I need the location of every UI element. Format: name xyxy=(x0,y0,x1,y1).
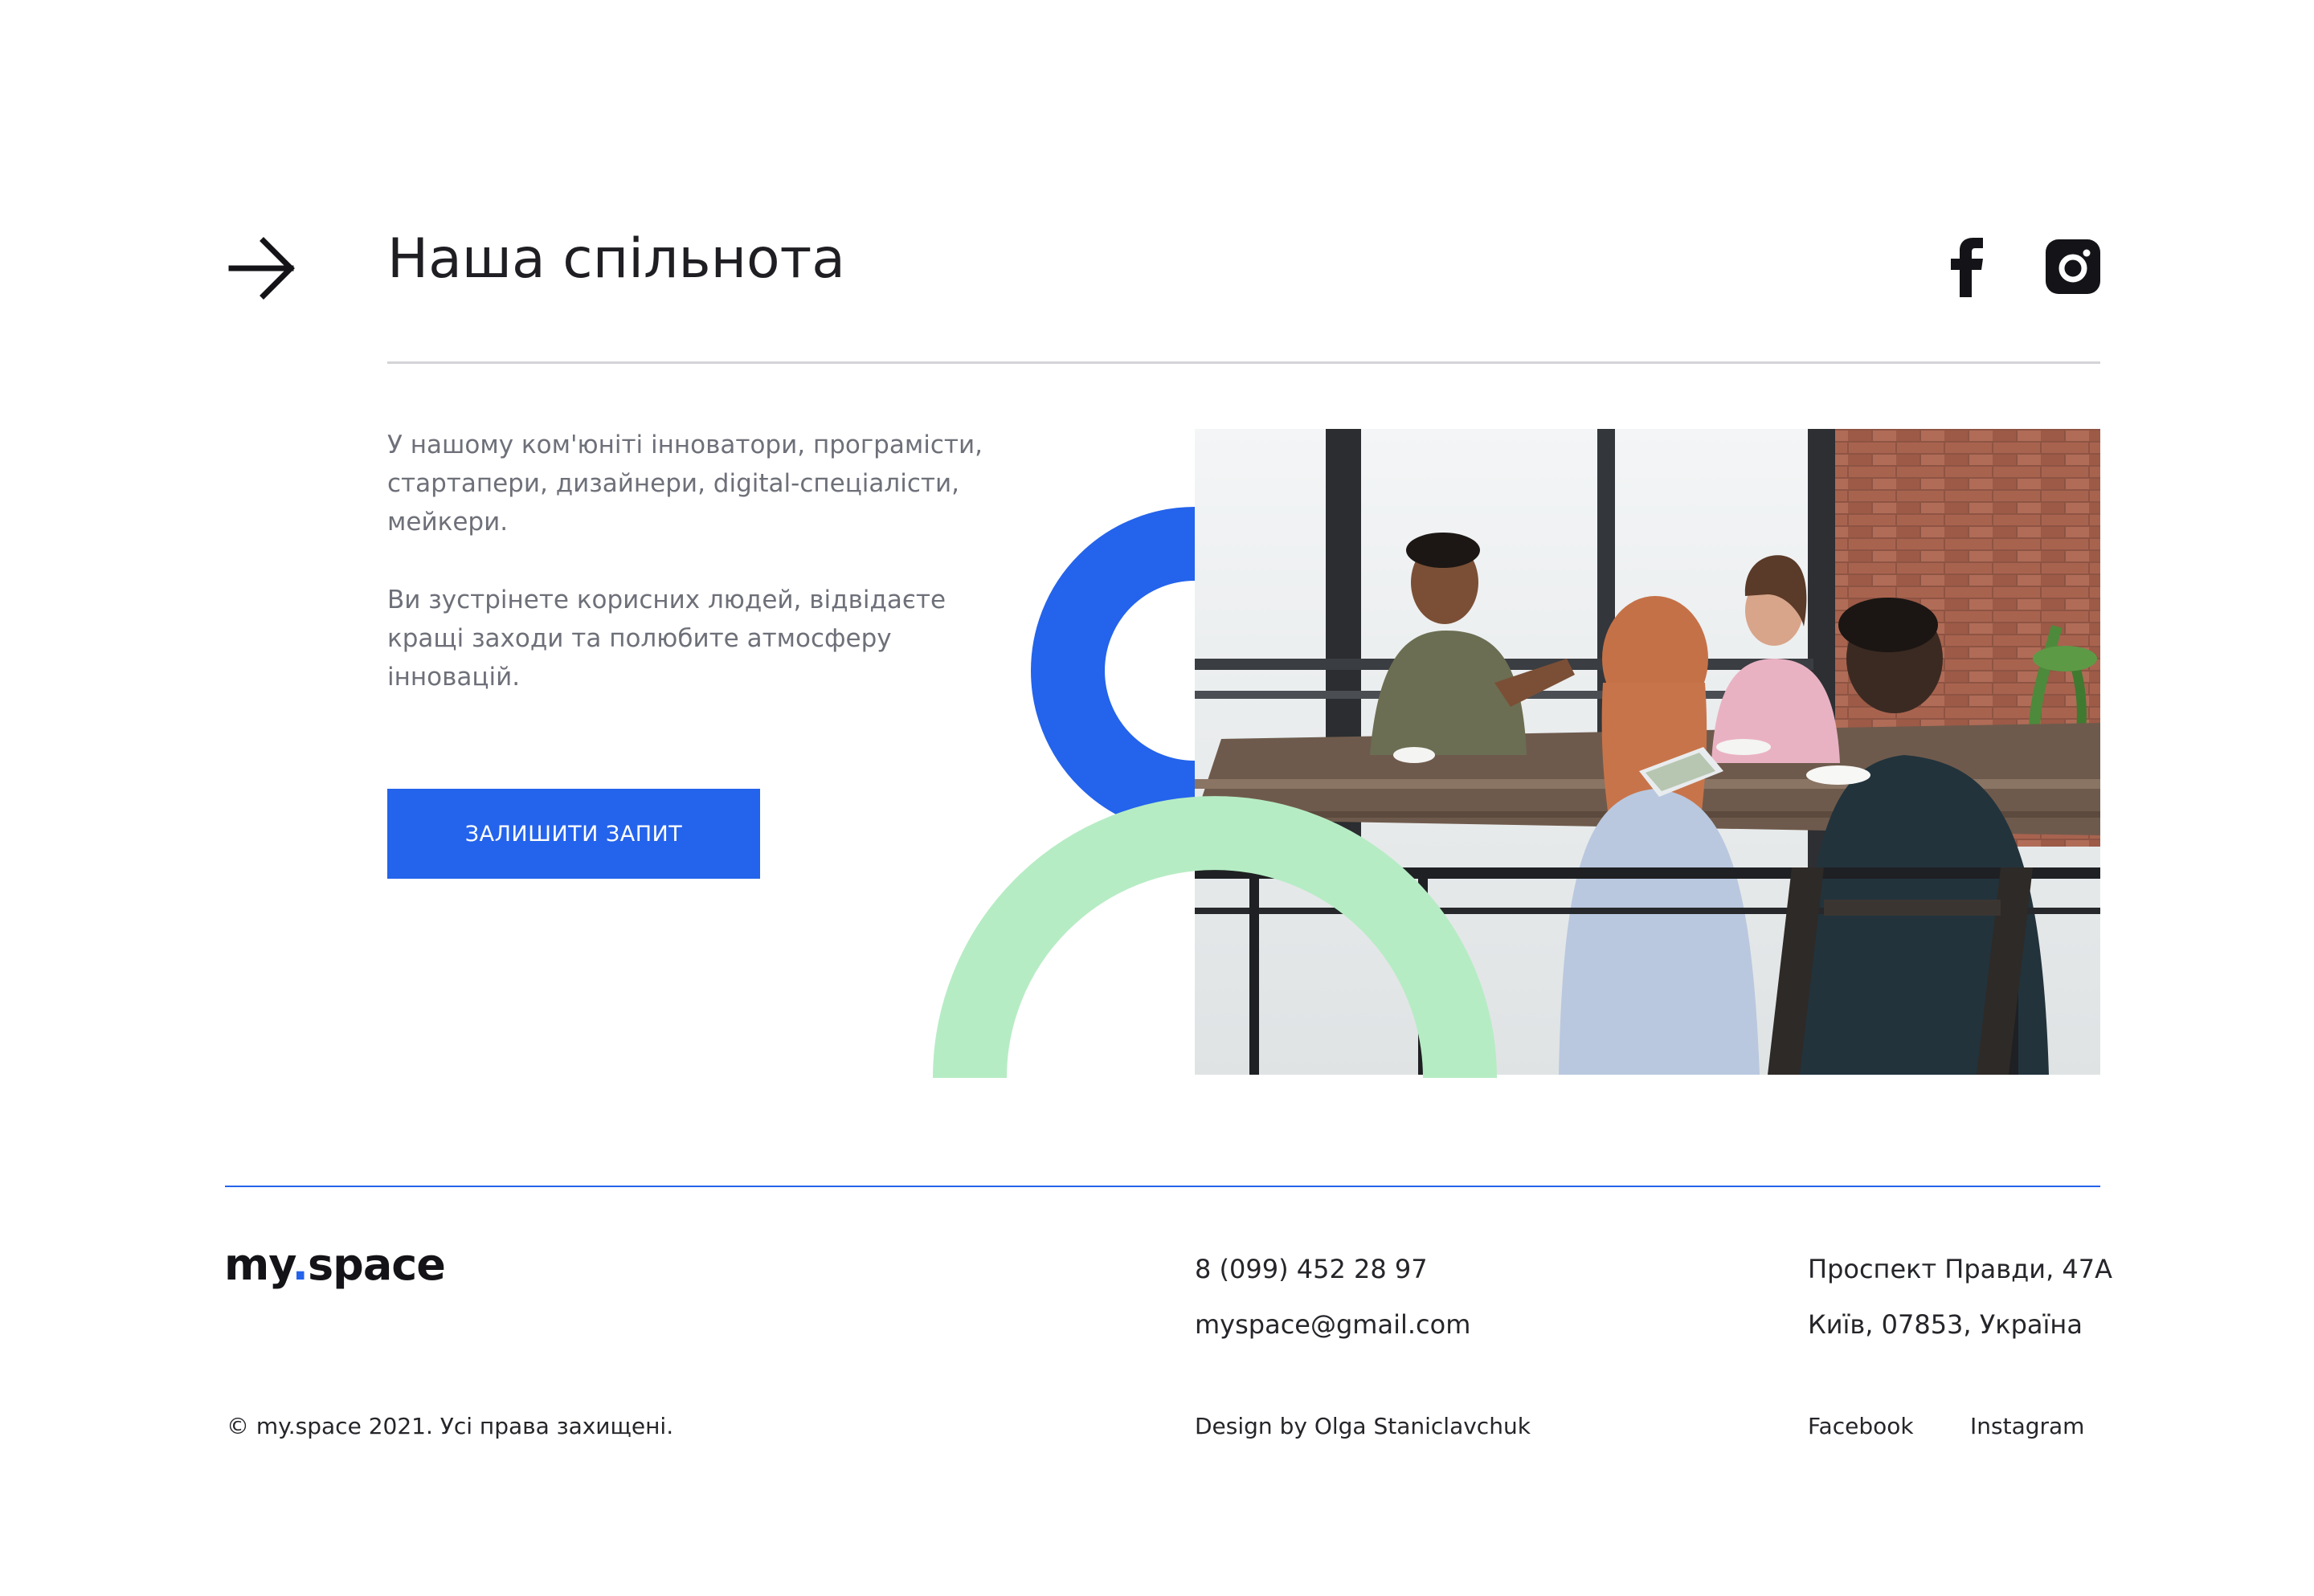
page-title: Наша спільнота xyxy=(387,227,845,291)
team-meeting-photo xyxy=(1195,429,2100,1075)
community-benefits: Ви зустрінете корисних людей, відвідаєте… xyxy=(387,586,946,692)
footer-phone[interactable]: 8 (099) 452 28 97 xyxy=(1195,1251,1428,1287)
facebook-icon[interactable] xyxy=(1941,238,1991,297)
arrow-right-icon xyxy=(228,237,295,300)
footer-copyright: © my.space 2021. Усі права захищені. xyxy=(227,1413,674,1439)
footer-address-line-1: Проспект Правди, 47А xyxy=(1808,1254,2113,1284)
logo-text-prefix: my xyxy=(224,1239,293,1290)
community-illustration xyxy=(933,429,2100,1079)
footer-address-line-2: Київ, 07853, Україна xyxy=(1808,1309,2083,1340)
leave-request-button[interactable]: ЗАЛИШИТИ ЗАПИТ xyxy=(387,789,760,879)
footer-email[interactable]: myspace@gmail.com xyxy=(1195,1307,1470,1342)
logo-text-suffix: space xyxy=(308,1239,446,1290)
community-description: У нашому ком'юніті інноватори, програміс… xyxy=(387,431,983,537)
footer-design-credit: Design by Olga Staniclavchuk xyxy=(1195,1413,1531,1439)
header-divider xyxy=(387,361,2100,364)
blue-arc-shape xyxy=(1031,507,1196,835)
footer-link-instagram[interactable]: Instagram xyxy=(1970,1410,2084,1443)
footer-link-facebook[interactable]: Facebook xyxy=(1808,1410,1914,1443)
instagram-icon[interactable] xyxy=(2046,239,2100,294)
footer-logo[interactable]: my.space xyxy=(224,1237,446,1293)
logo-dot: . xyxy=(292,1239,309,1290)
footer-divider xyxy=(225,1186,2100,1187)
